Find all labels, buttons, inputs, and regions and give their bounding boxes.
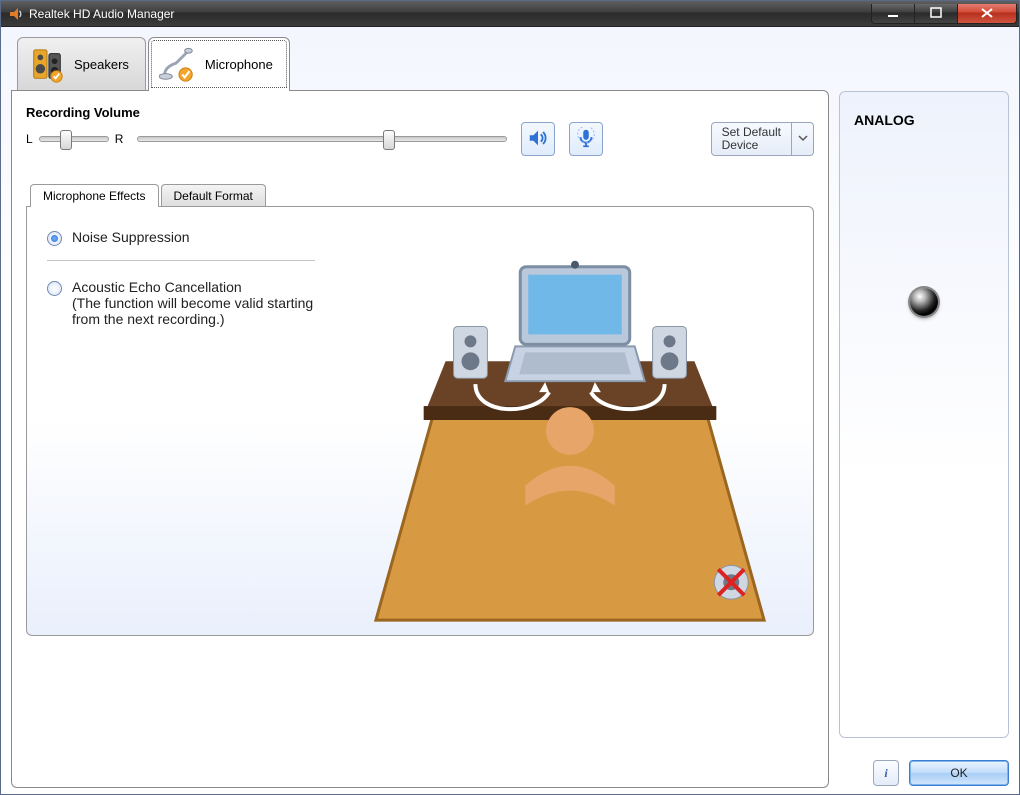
balance-slider[interactable]	[39, 136, 109, 142]
titlebar: Realtek HD Audio Manager	[1, 1, 1019, 27]
recording-volume-title: Recording Volume	[26, 105, 814, 120]
tab-mic-effects-label: Microphone Effects	[43, 189, 146, 203]
tab-default-format[interactable]: Default Format	[161, 184, 266, 207]
window-root: Realtek HD Audio Manager	[0, 0, 1020, 795]
maximize-button[interactable]	[914, 4, 958, 24]
tab-microphone[interactable]: Microphone	[148, 37, 290, 91]
effects-panel: Noise Suppression Acoustic Echo Cancella…	[26, 206, 814, 636]
app-icon	[7, 6, 23, 22]
info-icon: i	[884, 766, 887, 781]
volume-thumb[interactable]	[383, 130, 395, 150]
chevron-down-icon	[798, 132, 808, 146]
analog-panel: ANALOG	[839, 91, 1009, 738]
echo-cancellation-title: Acoustic Echo Cancellation	[72, 279, 242, 295]
illustration	[327, 207, 813, 635]
info-button[interactable]: i	[873, 760, 899, 786]
separator	[47, 260, 315, 261]
main-card: Recording Volume L R	[11, 90, 829, 788]
bottom-bar: i OK	[873, 760, 1009, 786]
ok-label: OK	[950, 766, 967, 780]
minimize-button[interactable]	[871, 4, 915, 24]
echo-cancellation-radio[interactable]	[47, 281, 62, 296]
effects-options: Noise Suppression Acoustic Echo Cancella…	[27, 207, 327, 635]
analog-title: ANALOG	[854, 112, 915, 128]
mute-record-button[interactable]	[569, 122, 603, 156]
balance-L-label: L	[26, 132, 33, 146]
analog-jack[interactable]	[910, 288, 938, 316]
tab-speakers-label: Speakers	[74, 57, 129, 72]
sub-tabs: Microphone Effects Default Format	[30, 184, 814, 207]
speaker-sound-icon	[527, 127, 549, 152]
volume-slider[interactable]	[137, 136, 507, 142]
echo-cancellation-label: Acoustic Echo Cancellation (The function…	[72, 279, 315, 327]
main-column: Speakers Microphone	[11, 37, 829, 788]
noise-suppression-option[interactable]: Noise Suppression	[47, 229, 315, 246]
speakers-icon	[28, 46, 66, 84]
recording-volume-section: Recording Volume L R	[26, 105, 814, 156]
set-default-label: Set Default Device	[712, 126, 791, 152]
close-button[interactable]	[957, 4, 1017, 24]
content-area: Speakers Microphone	[1, 27, 1019, 794]
balance-R-label: R	[115, 132, 124, 146]
noise-suppression-label: Noise Suppression	[72, 229, 190, 245]
set-default-dropdown[interactable]	[791, 123, 813, 155]
ok-button[interactable]: OK	[909, 760, 1009, 786]
tab-microphone-label: Microphone	[205, 57, 273, 72]
device-tabs: Speakers Microphone	[17, 37, 829, 91]
echo-cancellation-note: (The function will become valid starting…	[72, 295, 313, 327]
tab-default-format-label: Default Format	[174, 189, 253, 203]
noise-suppression-radio[interactable]	[47, 231, 62, 246]
window-buttons	[872, 4, 1017, 24]
balance-thumb[interactable]	[60, 130, 72, 150]
mute-playback-button[interactable]	[521, 122, 555, 156]
echo-cancellation-option[interactable]: Acoustic Echo Cancellation (The function…	[47, 279, 315, 327]
set-default-device-button[interactable]: Set Default Device	[711, 122, 814, 156]
window-title: Realtek HD Audio Manager	[29, 7, 872, 21]
tab-speakers[interactable]: Speakers	[17, 37, 146, 91]
mic-record-icon	[575, 127, 597, 152]
tab-microphone-effects[interactable]: Microphone Effects	[30, 184, 159, 207]
microphone-icon	[159, 46, 197, 84]
balance-control: L R	[26, 132, 123, 146]
